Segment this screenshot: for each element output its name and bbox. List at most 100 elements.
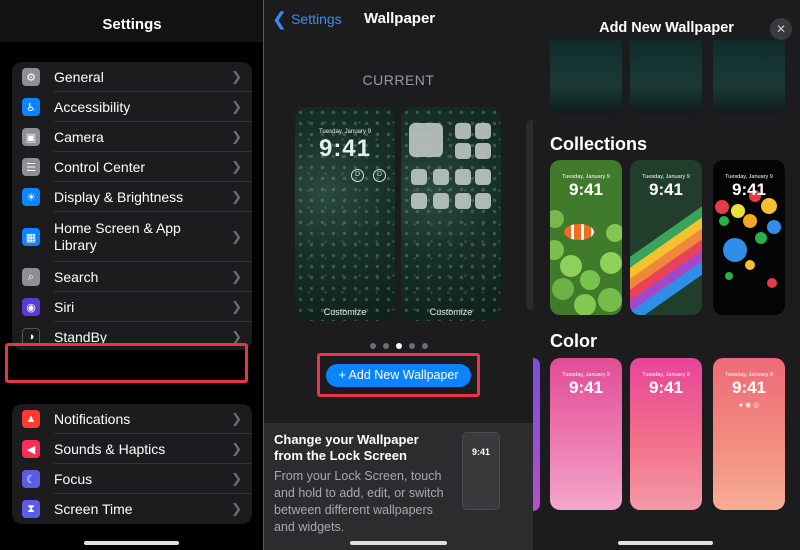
page-dot[interactable] xyxy=(369,343,376,349)
collection-tile-stripes[interactable]: Tuesday, January 9 9:41 xyxy=(630,160,702,315)
settings-row-label: Display & Brightness xyxy=(54,189,184,205)
add-button-highlight-box xyxy=(317,353,480,397)
close-button[interactable]: ✕ xyxy=(770,18,792,40)
color-tile-rose[interactable]: Tuesday, January 9 9:41 xyxy=(630,358,702,510)
page-dot[interactable] xyxy=(382,343,389,349)
settings-row-home-screen-app-library[interactable]: ▦ Home Screen & App Library ❯ xyxy=(12,212,252,262)
tip-body: From your Lock Screen, touch and hold to… xyxy=(274,469,444,534)
tile-time: 9:41 xyxy=(568,378,604,397)
app-icon xyxy=(475,143,491,159)
page-dot[interactable] xyxy=(421,343,428,349)
app-icon xyxy=(475,169,491,185)
settings-row-label: Notifications xyxy=(54,411,131,427)
app-icon xyxy=(455,169,471,185)
settings-group-notifications: ▲ Notifications ❯ ◀ Sounds & Haptics ❯ ☾ Focus ❯… xyxy=(12,404,252,524)
chevron-right-icon: ❯ xyxy=(231,159,242,174)
settings-row-screen-time[interactable]: ⧗ Screen Time ❯ xyxy=(12,494,252,524)
chevron-right-icon: ❯ xyxy=(231,471,242,486)
clownfish-image xyxy=(564,224,594,240)
settings-row-sounds-haptics[interactable]: ◀ Sounds & Haptics ❯ xyxy=(12,434,252,464)
app-icon xyxy=(433,169,449,185)
featured-tile[interactable] xyxy=(630,40,702,114)
moon-icon: ☾ xyxy=(22,470,40,488)
collection-tile-clownfish[interactable]: Tuesday, January 9 9:41 xyxy=(550,160,622,315)
app-icon xyxy=(455,123,471,139)
tip-heading: Change your Wallpaper from the Lock Scre… xyxy=(274,432,419,463)
settings-row-general[interactable]: ⚙ General ❯ xyxy=(12,62,252,92)
lock-screen-tip: Change your Wallpaper from the Lock Scre… xyxy=(264,423,533,550)
customize-home-label[interactable]: Customize xyxy=(401,307,501,317)
next-wallpaper-peek[interactable] xyxy=(526,120,533,310)
widget-icon xyxy=(409,123,443,157)
chevron-right-icon: ❯ xyxy=(231,269,242,284)
chevron-right-icon: ❯ xyxy=(231,299,242,314)
settings-row-search[interactable]: ⌕ Search ❯ xyxy=(12,262,252,292)
home-screen-icon: ▦ xyxy=(22,228,40,246)
page-title: Settings xyxy=(102,16,162,33)
settings-row-notifications[interactable]: ▲ Notifications ❯ xyxy=(12,404,252,434)
home-indicator xyxy=(350,541,447,545)
siri-icon: ◉ xyxy=(22,298,40,316)
speaker-icon: ◀ xyxy=(22,440,40,458)
app-icon xyxy=(455,143,471,159)
featured-tile[interactable] xyxy=(550,40,622,114)
tile-time: 9:41 xyxy=(648,180,684,199)
collections-heading: Collections xyxy=(550,134,648,154)
settings-row-label: Sounds & Haptics xyxy=(54,441,166,457)
color-heading: Color xyxy=(550,331,597,351)
back-button[interactable]: ❮ Settings xyxy=(272,9,342,30)
wallpaper-panel: ❮ Settings Wallpaper CURRENT Tuesday, Jan… xyxy=(264,0,533,550)
settings-row-label: Siri xyxy=(54,299,75,315)
app-icon xyxy=(475,193,491,209)
featured-tile[interactable] xyxy=(713,40,785,114)
current-label: CURRENT xyxy=(362,72,435,88)
settings-row-control-center[interactable]: ☰ Control Center ❯ xyxy=(12,152,252,182)
page-dots[interactable] xyxy=(264,343,533,349)
gear-icon: ⚙ xyxy=(22,68,40,86)
add-wallpaper-sheet: Add New Wallpaper ✕ Collections Tuesday,… xyxy=(533,0,800,550)
settings-row-focus[interactable]: ☾ Focus ❯ xyxy=(12,464,252,494)
search-icon: ⌕ xyxy=(22,268,40,286)
home-screen-preview[interactable]: Customize xyxy=(401,107,501,321)
customize-lock-label[interactable]: Customize xyxy=(295,307,395,317)
camera-icon: ▣ xyxy=(22,128,40,146)
chevron-right-icon: ❯ xyxy=(231,441,242,456)
collection-tile-bubbles[interactable]: Tuesday, January 9 9:41 xyxy=(713,160,785,315)
tile-time: 9:41 xyxy=(568,180,604,199)
chevron-right-icon: ❯ xyxy=(231,99,242,114)
app-icon xyxy=(475,123,491,139)
settings-row-display-brightness[interactable]: ☀ Display & Brightness ❯ xyxy=(12,182,252,212)
settings-row-label: Home Screen & App Library xyxy=(54,220,181,253)
settings-row-accessibility[interactable]: ♿ Accessibility ❯ xyxy=(12,92,252,122)
widget-icon: D xyxy=(351,169,364,182)
back-label: Settings xyxy=(291,11,342,27)
page-dot[interactable] xyxy=(408,343,415,349)
widget-icon: D xyxy=(373,169,386,182)
chevron-right-icon: ❯ xyxy=(231,189,242,204)
home-indicator xyxy=(84,541,179,545)
settings-row-label: Search xyxy=(54,269,99,285)
settings-panel: Settings ⚙ General ❯ ♿ Accessibility ❯ ▣ Camera… xyxy=(0,0,264,550)
thumb-time: 9:41 xyxy=(471,447,490,457)
color-tile-pink[interactable]: Tuesday, January 9 9:41 xyxy=(550,358,622,510)
settings-row-label: Camera xyxy=(54,129,104,145)
chevron-right-icon: ❯ xyxy=(231,129,242,144)
settings-row-camera[interactable]: ▣ Camera ❯ xyxy=(12,122,252,152)
color-tile-coral[interactable]: Tuesday, January 9 9:41 ● ◉ ◎ xyxy=(713,358,785,510)
tile-time: 9:41 xyxy=(731,180,767,199)
featured-strip xyxy=(533,40,800,120)
settings-row-siri[interactable]: ◉ Siri ❯ xyxy=(12,292,252,322)
close-icon: ✕ xyxy=(775,22,787,36)
page-dot[interactable] xyxy=(395,343,402,349)
lock-screen-preview[interactable]: Tuesday, January 9 9:41 D D Customize xyxy=(295,107,395,321)
settings-row-label: Control Center xyxy=(54,159,146,175)
color-tile-peek[interactable] xyxy=(533,358,540,511)
sun-icon: ☀ xyxy=(22,188,40,206)
tile-time: 9:41 xyxy=(731,378,767,397)
toggles-icon: ☰ xyxy=(22,158,40,176)
sheet-title: Add New Wallpaper xyxy=(599,20,734,36)
chevron-right-icon: ❯ xyxy=(231,229,242,244)
tile-time: 9:41 xyxy=(648,378,684,397)
lock-time: 9:41 xyxy=(318,135,372,162)
chevron-right-icon: ❯ xyxy=(231,411,242,426)
